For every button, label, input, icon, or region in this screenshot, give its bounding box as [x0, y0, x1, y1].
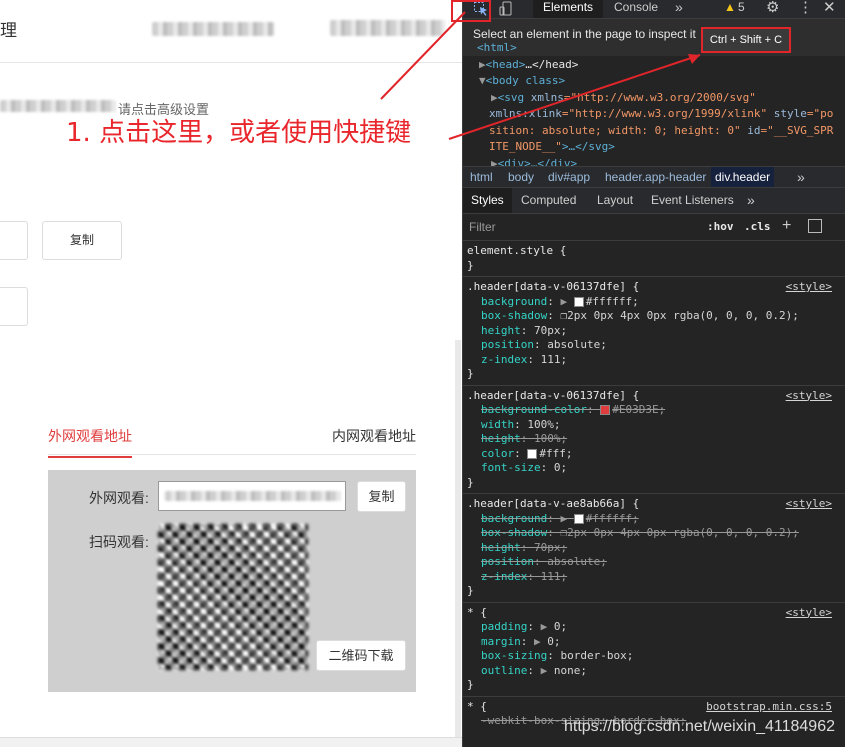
watermark: https://blog.csdn.net/weixin_41184962	[563, 718, 835, 735]
annotation-text: 1. 点击这里，或者使用快捷键	[66, 118, 412, 148]
